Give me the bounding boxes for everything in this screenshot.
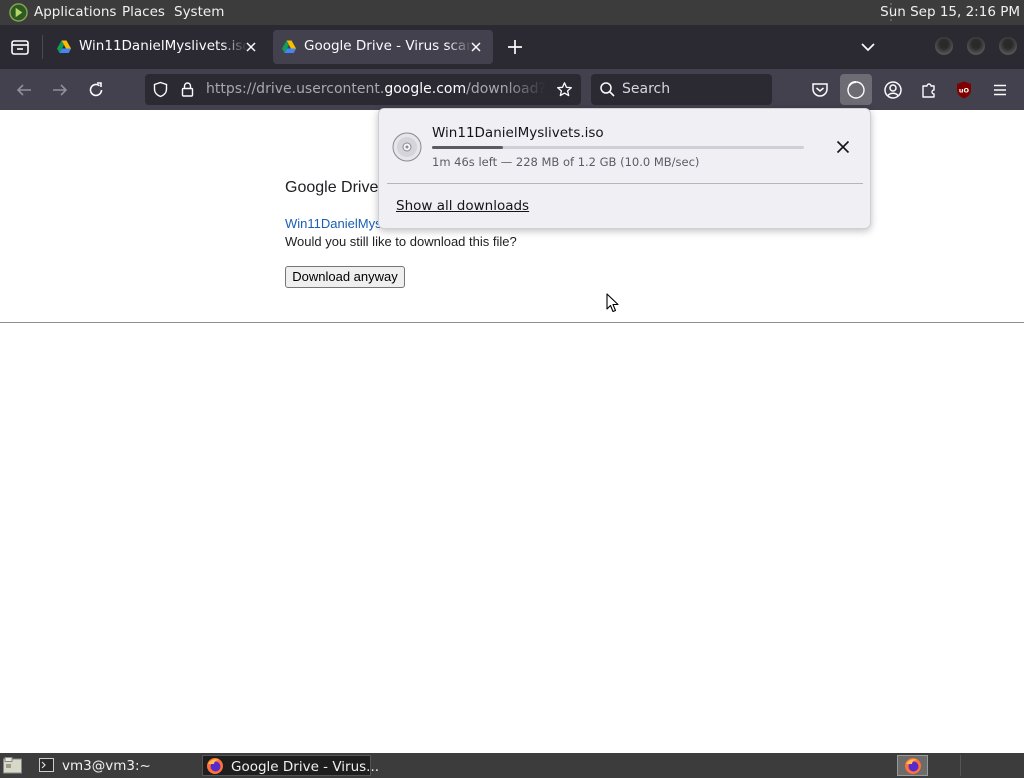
google-drive-icon (282, 40, 296, 53)
page-title: Google Drive (285, 179, 379, 196)
taskbar-item-firefox[interactable]: Google Drive - Virus... (202, 755, 379, 776)
mouse-cursor-icon (606, 293, 619, 313)
forward-arrow-icon[interactable] (50, 80, 70, 100)
firefox-icon (207, 758, 223, 774)
tracking-protection-shield-icon[interactable] (152, 81, 169, 98)
tab-drive-file[interactable]: Win11DanielMyslivets.iso - Google Drive (48, 30, 268, 64)
download-status: 1m 46s left — 228 MB of 1.2 GB (10.0 MB/… (432, 155, 700, 169)
tab-virus-scan[interactable]: Google Drive - Virus scan warning (273, 30, 493, 64)
bookmark-star-icon[interactable] (556, 81, 573, 98)
download-anyway-button[interactable]: Download anyway (285, 266, 405, 288)
show-all-downloads-button[interactable]: Show all downloads (396, 198, 529, 214)
search-icon (600, 82, 615, 97)
taskbar-item-terminal[interactable]: vm3@vm3:~ (34, 755, 194, 776)
mate-logo-icon[interactable] (9, 3, 28, 22)
download-question: Would you still like to download this fi… (285, 234, 517, 249)
close-tab-icon[interactable] (468, 39, 484, 55)
taskbar-item-label: vm3@vm3:~ (62, 758, 151, 774)
show-desktop-icon[interactable] (3, 757, 22, 774)
page-divider (0, 322, 1024, 323)
ublock-origin-icon[interactable]: uO (954, 80, 974, 100)
search-placeholder: Search (622, 81, 671, 97)
applications-menu[interactable]: Applications (34, 4, 116, 20)
workspace-separator (960, 755, 961, 776)
taskbar-item-label: Google Drive - Virus... (231, 759, 380, 775)
minimize-window-button[interactable] (935, 37, 953, 55)
download-progress-bar (432, 146, 804, 149)
bottom-taskbar: vm3@vm3:~ Google Drive - Virus... (0, 753, 1024, 778)
tab-strip: Win11DanielMyslivets.iso - Google Drive … (0, 25, 1024, 69)
lock-icon[interactable] (179, 81, 196, 98)
download-progress-fill (432, 146, 503, 149)
clock[interactable]: Sun Sep 15, 2:16 PM (880, 4, 1020, 20)
tab-title: Google Drive - Virus scan warning (304, 38, 472, 54)
downloads-progress-icon[interactable] (846, 80, 866, 100)
tab-separator (42, 35, 43, 59)
maximize-window-button[interactable] (967, 37, 985, 55)
firefox-view-icon[interactable] (8, 35, 32, 59)
system-menu[interactable]: System (174, 4, 224, 20)
firefox-icon (905, 758, 921, 774)
url-bar[interactable]: https://drive.usercontent.google.com/dow… (145, 74, 581, 105)
list-all-tabs-icon[interactable] (858, 37, 878, 57)
disc-image-icon (392, 132, 422, 162)
account-icon[interactable] (883, 80, 903, 100)
extensions-puzzle-icon[interactable] (919, 80, 939, 100)
google-drive-icon (57, 40, 71, 53)
navigation-toolbar: https://drive.usercontent.google.com/dow… (0, 69, 1024, 110)
file-name-link[interactable]: Win11DanielMys (285, 216, 382, 231)
hamburger-menu-icon[interactable] (990, 80, 1010, 100)
pocket-icon[interactable] (810, 80, 830, 100)
top-panel: Applications Places System Sun Sep 15, 2… (0, 0, 1024, 25)
close-window-button[interactable] (999, 37, 1017, 55)
url-text[interactable]: https://drive.usercontent.google.com/dow… (206, 81, 546, 97)
places-menu[interactable]: Places (122, 4, 165, 20)
svg-text:uO: uO (959, 87, 970, 95)
cancel-download-icon[interactable] (835, 139, 851, 155)
workspace-switcher[interactable] (897, 755, 928, 776)
tab-title: Win11DanielMyslivets.iso - Google Drive (79, 38, 247, 54)
search-bar[interactable]: Search (591, 74, 772, 105)
terminal-icon (39, 758, 54, 772)
downloads-panel: Win11DanielMyslivets.iso 1m 46s left — 2… (378, 108, 871, 229)
close-tab-icon[interactable] (243, 39, 259, 55)
back-arrow-icon[interactable] (14, 80, 34, 100)
panel-divider (387, 183, 863, 184)
reload-icon[interactable] (86, 80, 106, 100)
new-tab-icon[interactable] (504, 36, 526, 58)
download-file-name[interactable]: Win11DanielMyslivets.iso (432, 125, 604, 141)
